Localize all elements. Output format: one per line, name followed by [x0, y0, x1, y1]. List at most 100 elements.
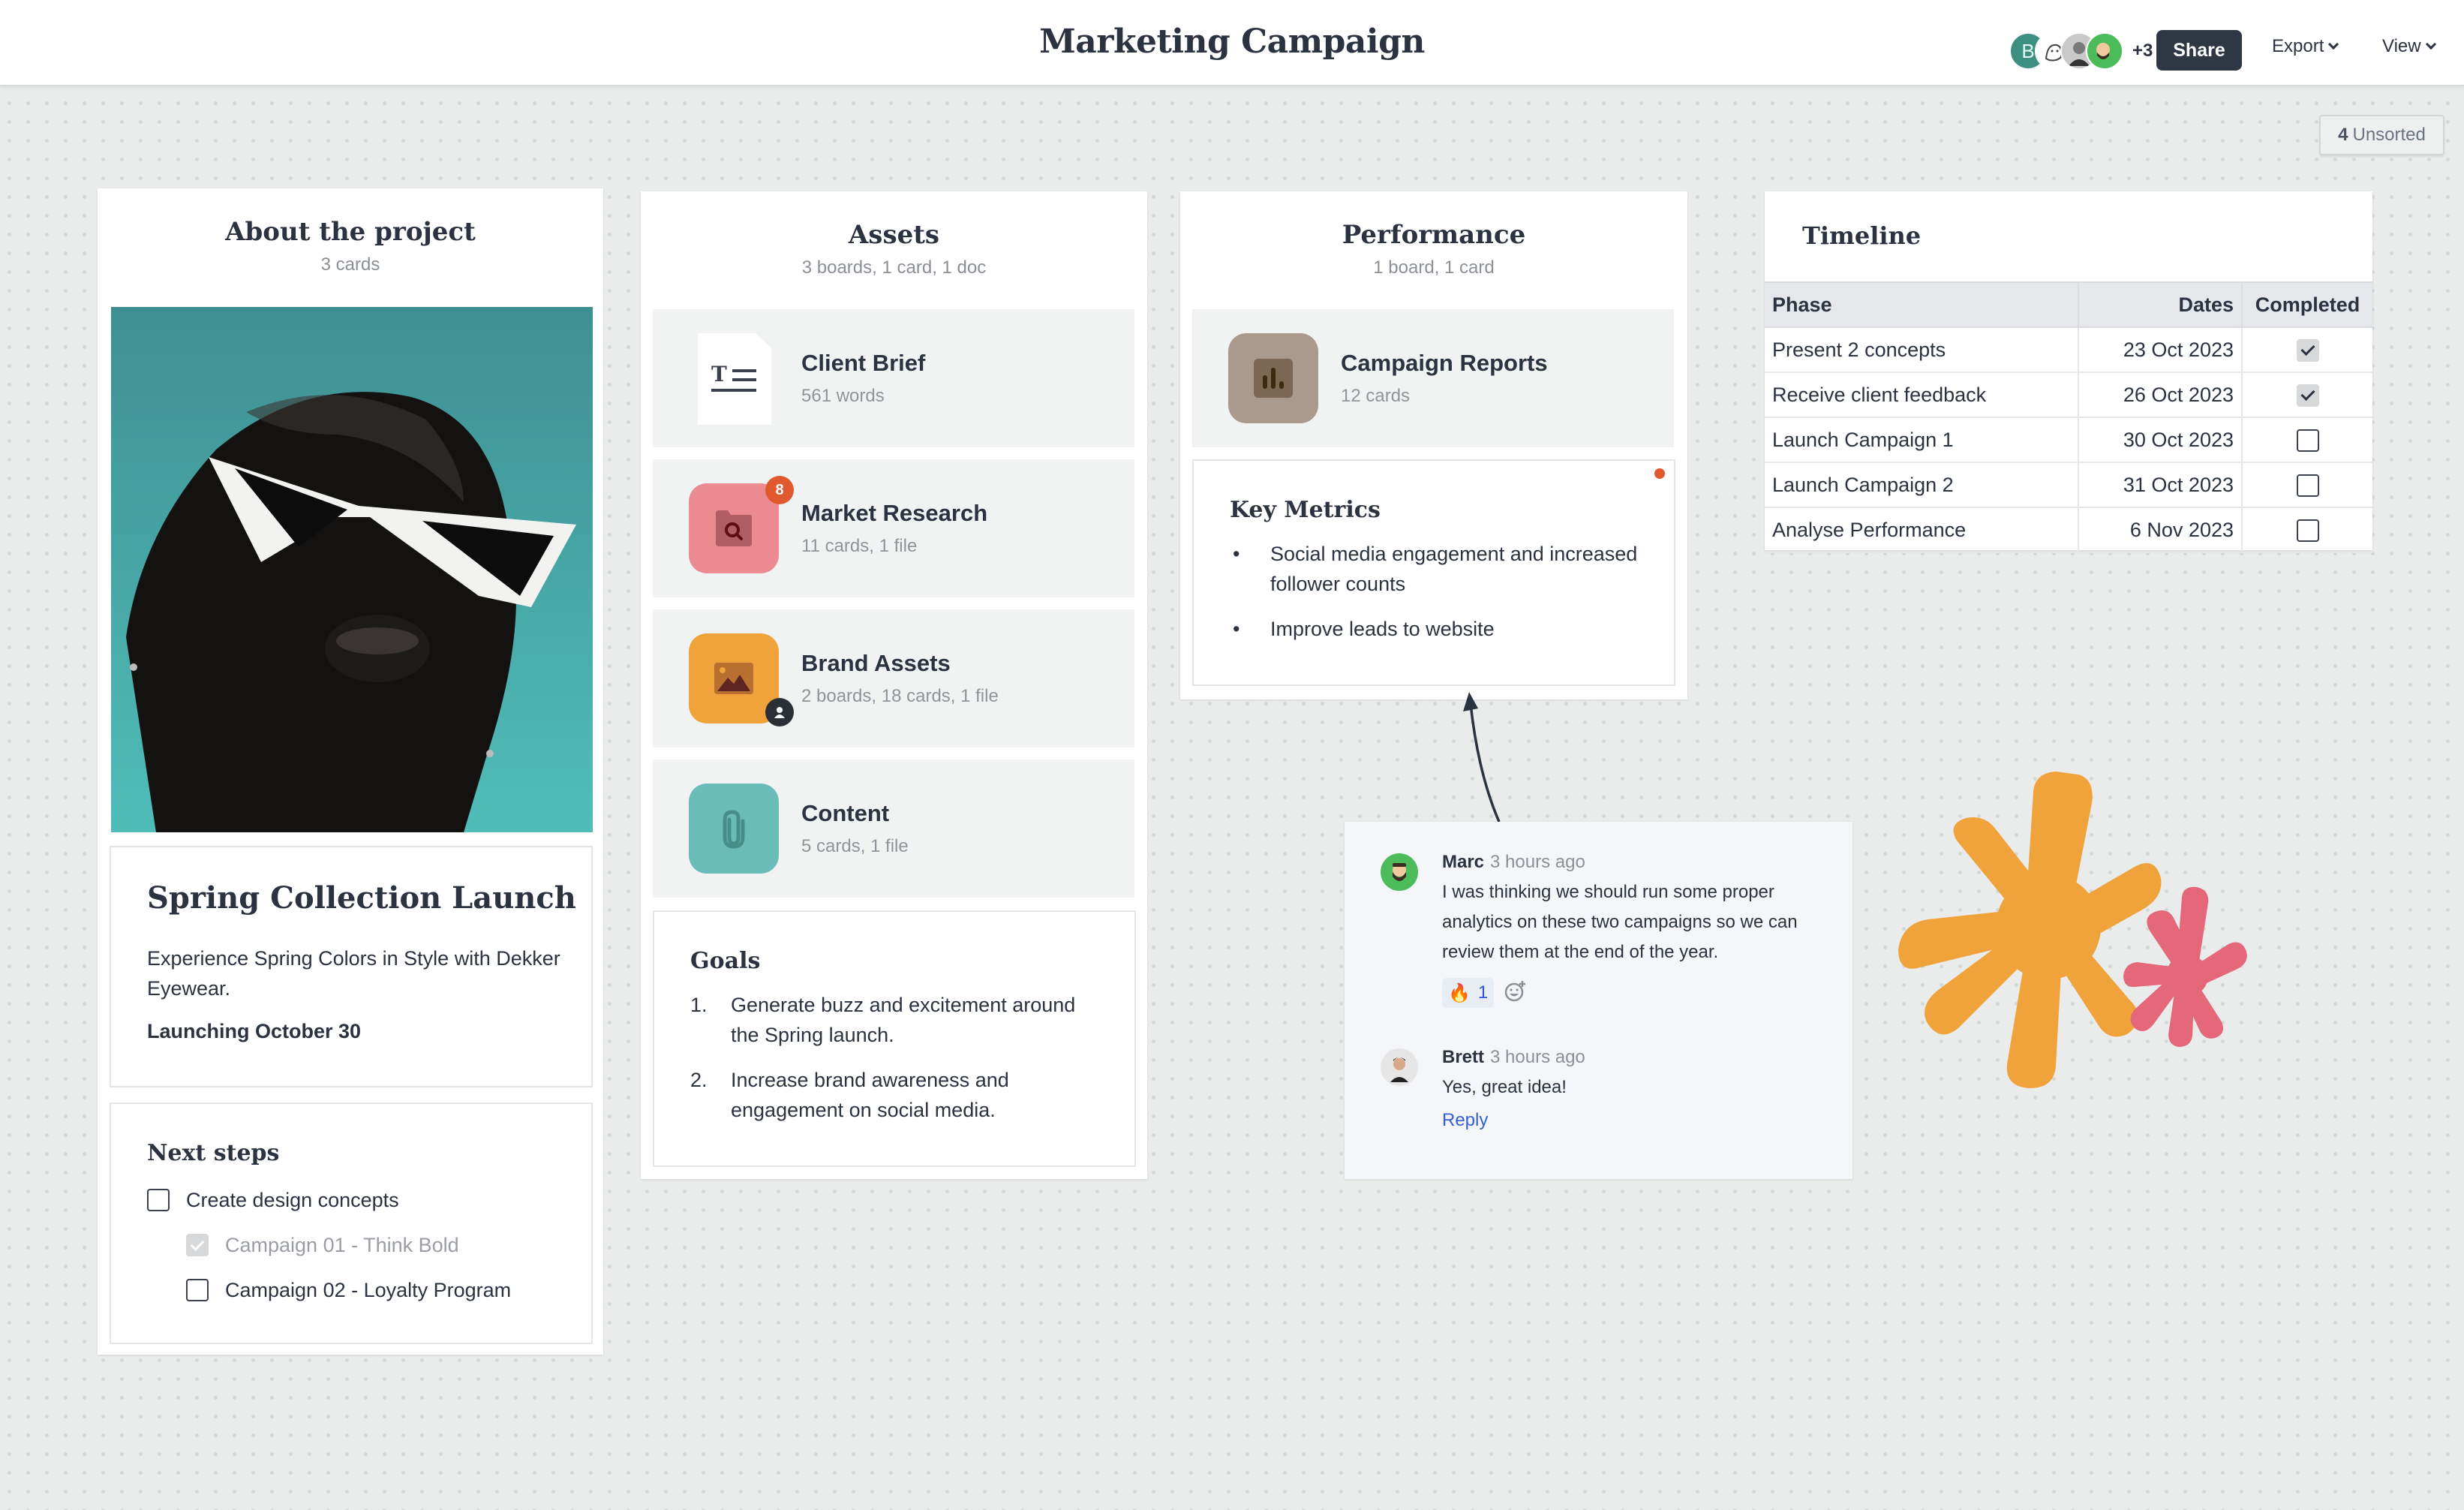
campaign-photo[interactable] — [111, 307, 593, 832]
todo-item[interactable]: Campaign 01 - Think Bold — [147, 1223, 567, 1268]
column-performance[interactable]: Performance 1 board, 1 card Campaign Rep… — [1180, 191, 1687, 699]
checkbox-unchecked[interactable] — [2296, 429, 2319, 452]
add-reaction-icon[interactable] — [1504, 980, 1527, 1006]
key-metrics-list: • Social media engagement and increased … — [1230, 539, 1650, 644]
column-header-dates[interactable]: Dates — [2078, 281, 2243, 328]
collaborator-avatars[interactable]: B +3 — [2009, 32, 2153, 71]
checkbox-unchecked[interactable] — [147, 1189, 170, 1211]
cell-phase[interactable]: Launch Campaign 2 — [1765, 462, 2079, 508]
checkbox-checked[interactable] — [2296, 338, 2319, 362]
doc-client-brief[interactable]: T Client Brief 561 words — [653, 309, 1134, 447]
table-row[interactable]: Analyse Performance 6 Nov 2023 — [1765, 507, 2372, 553]
share-button[interactable]: Share — [2156, 30, 2242, 71]
chevron-down-icon — [2328, 38, 2339, 50]
comment-text: Yes, great idea! — [1442, 1077, 1567, 1097]
column-header-completed[interactable]: Completed — [2241, 281, 2372, 328]
connector-arrow[interactable] — [1448, 690, 1508, 826]
view-menu-button[interactable]: View — [2382, 36, 2436, 57]
decorative-asterisk-shapes[interactable] — [1876, 758, 2266, 1096]
cell-phase[interactable]: Analyse Performance — [1765, 507, 2079, 553]
column-header-phase[interactable]: Phase — [1765, 281, 2079, 328]
top-bar: Marketing Campaign B +3 Share Export Vie… — [0, 0, 2464, 86]
cell-phase[interactable]: Receive client feedback — [1765, 371, 2079, 418]
reply-link[interactable]: Reply — [1442, 1110, 1822, 1131]
cell-completed — [2241, 507, 2372, 553]
board-brand-assets[interactable]: Brand Assets 2 boards, 18 cards, 1 file — [653, 609, 1134, 747]
checkbox-checked[interactable] — [2296, 384, 2319, 407]
cell-date[interactable]: 23 Oct 2023 — [2078, 326, 2243, 373]
checkbox-unchecked[interactable] — [186, 1279, 209, 1301]
cell-date[interactable]: 6 Nov 2023 — [2078, 507, 2243, 553]
next-steps-list: Create design concepts Campaign 01 - Thi… — [147, 1178, 567, 1313]
card-goals[interactable]: Goals 1. Generate buzz and excitement ar… — [653, 910, 1136, 1167]
notification-badge: 8 — [765, 476, 794, 504]
comment-author: Marc — [1442, 852, 1485, 872]
key-metrics-title: Key Metrics — [1230, 497, 1381, 523]
export-menu-button[interactable]: Export — [2272, 36, 2339, 57]
comment-thread[interactable]: Marc 3 hours ago I was thinking we should… — [1345, 822, 1853, 1179]
todo-item[interactable]: Create design concepts — [147, 1178, 567, 1223]
cell-phase[interactable]: Launch Campaign 1 — [1765, 417, 2079, 463]
fire-emoji-icon: 🔥 — [1448, 982, 1471, 1003]
item-name: Client Brief — [801, 350, 926, 376]
column-about-the-project[interactable]: About the project 3 cards Spring Collect… — [98, 188, 603, 1355]
comment: Marc 3 hours ago I was thinking we should… — [1442, 852, 1822, 1008]
checkbox-checked[interactable] — [186, 1234, 209, 1256]
card-next-steps[interactable]: Next steps Create design concepts Campai… — [110, 1102, 593, 1344]
comment-time: 3 hours ago — [1490, 1047, 1585, 1067]
item-meta: 561 words — [801, 386, 885, 406]
metric-item: • Social media engagement and increased … — [1233, 543, 1638, 595]
table-row[interactable]: Launch Campaign 2 31 Oct 2023 — [1765, 462, 2372, 508]
cell-completed — [2241, 417, 2372, 463]
table-row[interactable]: Present 2 concepts 23 Oct 2023 — [1765, 326, 2372, 373]
card-title: Spring Collection Launch — [147, 880, 576, 916]
cell-completed — [2241, 462, 2372, 508]
unsorted-button[interactable]: 4 Unsorted — [2319, 115, 2444, 155]
comment-text: I was thinking we should run some proper… — [1442, 882, 1798, 962]
board-campaign-reports[interactable]: Campaign Reports 12 cards — [1192, 309, 1674, 447]
cell-date[interactable]: 26 Oct 2023 — [2078, 371, 2243, 418]
todo-label: Campaign 01 - Think Bold — [225, 1233, 459, 1256]
cell-completed — [2241, 371, 2372, 418]
todo-item[interactable]: Campaign 02 - Loyalty Program — [147, 1268, 567, 1313]
checkbox-unchecked[interactable] — [2296, 519, 2319, 542]
table-header-row: Phase Dates Completed — [1765, 281, 2372, 328]
board-content[interactable]: Content 5 cards, 1 file — [653, 760, 1134, 898]
goals-list: 1. Generate buzz and excitement around t… — [690, 990, 1095, 1125]
extra-collaborators-count[interactable]: +3 — [2132, 41, 2153, 62]
table-row[interactable]: Launch Campaign 1 30 Oct 2023 — [1765, 417, 2372, 463]
board-market-research[interactable]: 8 Market Research 11 cards, 1 file — [653, 459, 1134, 597]
reaction-count: 1 — [1477, 982, 1489, 1003]
unread-dot-icon — [1654, 468, 1665, 479]
card-spring-collection-launch[interactable]: Spring Collection Launch Experience Spri… — [110, 846, 593, 1087]
avatar-memoji[interactable] — [2086, 32, 2123, 70]
cell-phase[interactable]: Present 2 concepts — [1765, 326, 2079, 373]
next-steps-title: Next steps — [147, 1140, 280, 1166]
item-meta: 11 cards, 1 file — [801, 536, 918, 556]
cell-date[interactable]: 30 Oct 2023 — [2078, 417, 2243, 463]
unsorted-label: Unsorted — [2352, 125, 2426, 145]
item-name: Campaign Reports — [1341, 350, 1548, 376]
paperclip-icon — [689, 784, 779, 874]
card-key-metrics[interactable]: Key Metrics • Social media engagement an… — [1192, 459, 1675, 686]
card-description: Experience Spring Colors in Style with D… — [147, 947, 560, 1000]
item-meta: 2 boards, 18 cards, 1 file — [801, 686, 999, 706]
comment-time: 3 hours ago — [1490, 852, 1585, 872]
column-title: Performance — [1342, 220, 1526, 250]
item-meta: 5 cards, 1 file — [801, 836, 909, 856]
table-timeline[interactable]: Timeline Phase Dates Completed Present 2… — [1765, 191, 2372, 553]
todo-label: Campaign 02 - Loyalty Program — [225, 1278, 512, 1301]
item-name: Content — [801, 800, 890, 826]
column-assets[interactable]: Assets 3 boards, 1 card, 1 doc T Client … — [641, 191, 1147, 1179]
todo-label: Create design concepts — [186, 1188, 399, 1211]
orange-asterisk-icon — [1898, 772, 2162, 1088]
column-title: About the project — [225, 217, 476, 247]
goal-item: 1. Generate buzz and excitement around t… — [690, 994, 1076, 1046]
table-row[interactable]: Receive client feedback 26 Oct 2023 — [1765, 371, 2372, 418]
checkbox-unchecked[interactable] — [2296, 474, 2319, 497]
cell-date[interactable]: 31 Oct 2023 — [2078, 462, 2243, 508]
reaction-fire[interactable]: 🔥 1 — [1442, 978, 1495, 1008]
column-subtitle: 1 board, 1 card — [1373, 257, 1495, 278]
goal-item: 2. Increase brand awareness and engageme… — [690, 1069, 1009, 1121]
goals-title: Goals — [690, 948, 761, 974]
